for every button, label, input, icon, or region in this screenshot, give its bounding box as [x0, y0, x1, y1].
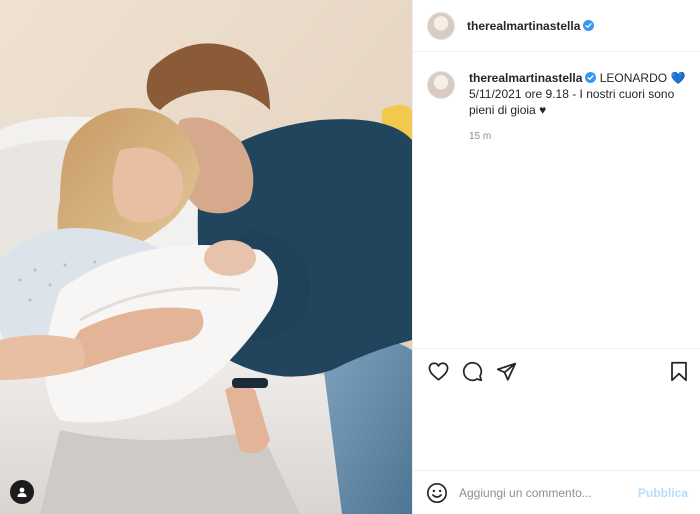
- tagged-users-button[interactable]: [10, 480, 34, 504]
- comment-form: Pubblica: [413, 470, 700, 514]
- comments-section: therealmartinastella LEONARDO 💙 5/11/202…: [413, 52, 700, 348]
- caption-author-avatar[interactable]: [427, 71, 455, 99]
- emoji-button[interactable]: [425, 481, 449, 505]
- author-username[interactable]: therealmartinastella: [467, 19, 580, 33]
- share-button[interactable]: [495, 361, 517, 383]
- save-button[interactable]: [668, 361, 690, 383]
- post-header: therealmartinastella: [413, 0, 700, 52]
- comment-button[interactable]: [461, 361, 483, 383]
- caption: therealmartinastella LEONARDO 💙 5/11/202…: [427, 70, 686, 145]
- author-avatar[interactable]: [427, 11, 455, 40]
- caption-text: 5/11/2021 ore 9.18 - I nostri cuori sono…: [469, 87, 675, 117]
- comment-input[interactable]: [459, 485, 638, 500]
- post-image: [0, 0, 412, 514]
- post-timestamp[interactable]: 15 m: [469, 129, 686, 145]
- publish-button[interactable]: Pubblica: [638, 486, 688, 500]
- caption-title: LEONARDO: [599, 71, 668, 85]
- blue-heart-emoji: 💙: [670, 71, 686, 85]
- person-icon: [17, 487, 27, 497]
- smiley-icon: [427, 482, 447, 503]
- verified-badge-icon: [585, 72, 597, 83]
- instagram-post: therealmartinastella therealmartinastell…: [0, 0, 700, 514]
- action-bar: [413, 348, 700, 394]
- like-button[interactable]: [427, 361, 449, 383]
- heart-icon: [428, 362, 448, 381]
- verified-badge-icon: [583, 20, 595, 31]
- comment-icon: [462, 361, 482, 382]
- post-stats-area: [413, 394, 700, 470]
- caption-body: therealmartinastella LEONARDO 💙 5/11/202…: [469, 70, 686, 145]
- caption-username[interactable]: therealmartinastella: [469, 71, 582, 85]
- bookmark-icon: [671, 361, 687, 382]
- post-sidebar: therealmartinastella therealmartinastell…: [412, 0, 700, 514]
- paper-plane-icon: [496, 362, 516, 381]
- heart-emoji: ♥: [539, 103, 547, 117]
- post-photo[interactable]: [0, 0, 412, 514]
